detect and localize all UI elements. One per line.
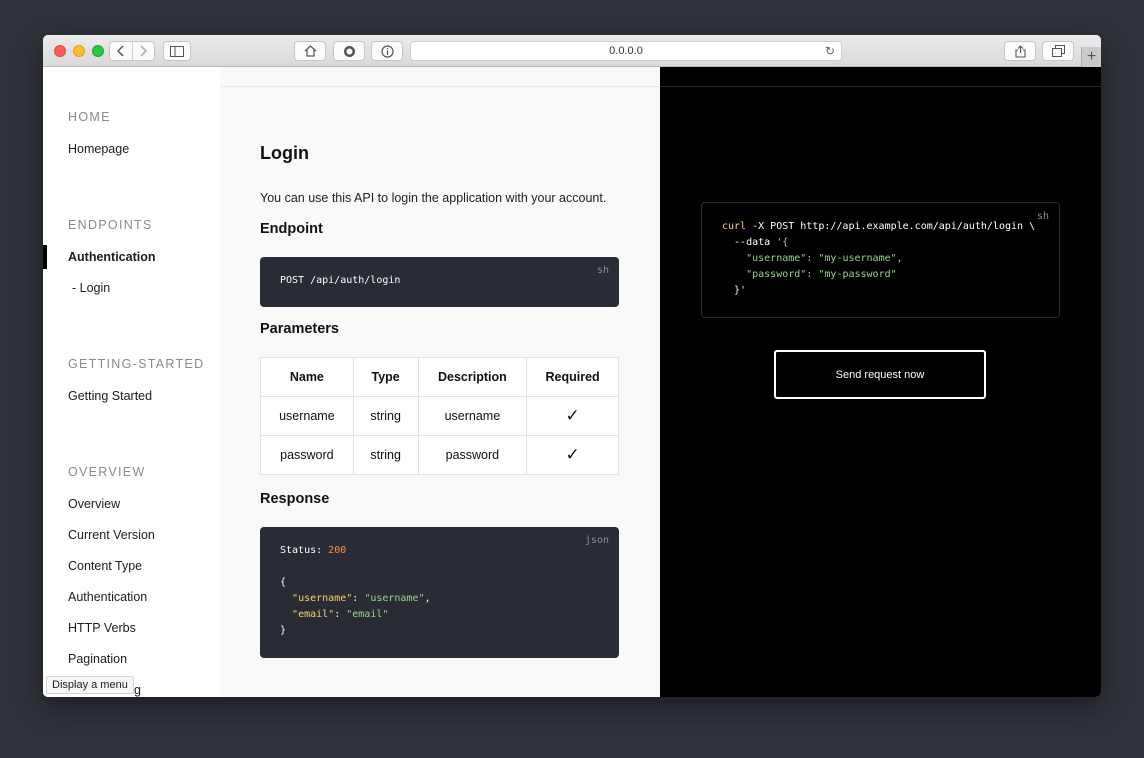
json-key: "password" — [746, 269, 807, 280]
json-line: "email": "email" — [292, 609, 389, 620]
sidebar-item-content-type[interactable]: Content Type — [68, 559, 142, 573]
table-cell: username — [417, 396, 528, 436]
json-key: "username" — [746, 253, 807, 264]
json-value: "username" — [364, 593, 425, 604]
active-indicator — [43, 245, 47, 269]
json-close-brace: } — [280, 625, 287, 636]
column-header: Type — [352, 357, 419, 397]
new-tab-icon[interactable]: + — [1081, 47, 1101, 67]
history-buttons — [109, 41, 155, 61]
json-open-brace: { — [280, 577, 287, 588]
divider — [660, 86, 1101, 87]
tooltip: Display a menu — [46, 676, 134, 694]
table-cell: password — [260, 435, 354, 475]
table-cell: string — [352, 396, 419, 436]
table-header-row: Name Type Description Required — [260, 357, 619, 397]
tabs-overview-icon[interactable] — [1042, 41, 1074, 61]
curl-data-open: '{ — [770, 237, 789, 248]
sidebar-item-getting-started[interactable]: Getting Started — [68, 389, 152, 403]
json-line: "username": "username", — [292, 593, 431, 604]
page-intro: You can use this API to login the applic… — [260, 191, 607, 205]
sidebar-item-current-version[interactable]: Current Version — [68, 528, 155, 542]
sidebar-toggle-icon[interactable] — [163, 41, 191, 61]
column-header: Required — [526, 357, 619, 397]
sidebar-section-title: ENDPOINTS — [68, 218, 153, 232]
minimize-window-button[interactable] — [73, 45, 85, 57]
table-cell: string — [352, 435, 419, 475]
json-value: "email" — [346, 609, 389, 620]
required-check-icon: ✓ — [526, 435, 619, 475]
curl-data-flag: --data — [722, 237, 771, 248]
info-icon[interactable] — [371, 41, 403, 61]
page-title: Login — [260, 143, 309, 163]
status-label: Status — [280, 545, 317, 556]
json-key: "username" — [292, 593, 353, 604]
divider — [220, 86, 660, 87]
close-window-button[interactable] — [54, 45, 66, 57]
sidebar-section-title: GETTING-STARTED — [68, 357, 205, 371]
table-row: username string username ✓ — [260, 396, 619, 436]
code-language-label: json — [584, 535, 609, 546]
curl-command-line: curl -X POST http://api.example.com/api/… — [722, 221, 1035, 232]
sidebar-item-homepage[interactable]: Homepage — [68, 142, 129, 156]
main-content: Login You can use this API to login the … — [220, 67, 660, 697]
browser-toolbar: 0.0.0.0 ↻ + — [43, 35, 1101, 67]
response-code-block[interactable]: json Status: 200 { "username": "username… — [260, 527, 619, 658]
sidebar-section-title: HOME — [68, 110, 111, 124]
sidebar-item-http-verbs[interactable]: HTTP Verbs — [68, 621, 136, 635]
send-request-button[interactable]: Send request now — [774, 350, 986, 399]
sidebar-section-title: OVERVIEW — [68, 465, 146, 479]
status-code: 200 — [328, 545, 347, 556]
extension-icon[interactable] — [333, 41, 365, 61]
url-text: 0.0.0.0 — [609, 45, 643, 57]
curl-data-close: }' — [722, 285, 747, 296]
json-key: "email" — [292, 609, 335, 620]
reload-icon[interactable]: ↻ — [825, 42, 835, 60]
sidebar-item-authentication[interactable]: Authentication — [68, 250, 156, 264]
table-cell: username — [260, 396, 354, 436]
share-icon[interactable] — [1004, 41, 1036, 61]
table-cell: password — [417, 435, 528, 475]
sidebar-item-login[interactable]: - Login — [72, 281, 110, 295]
request-code-block[interactable]: sh curl -X POST http://api.example.com/a… — [701, 202, 1060, 318]
json-value: "my-password" — [818, 269, 897, 280]
home-icon[interactable] — [294, 41, 326, 61]
back-arrow-icon[interactable] — [110, 42, 133, 60]
sidebar-item-overview[interactable]: Overview — [68, 497, 120, 511]
parameters-table: Name Type Description Required username … — [260, 357, 619, 475]
sidebar: HOME Homepage ENDPOINTS Authentication -… — [43, 67, 220, 697]
forward-arrow-icon[interactable] — [133, 42, 155, 60]
sidebar-item-authentication-overview[interactable]: Authentication — [68, 590, 147, 604]
code-language-label: sh — [1036, 211, 1049, 222]
json-line: "username": "my-username", — [746, 253, 903, 264]
sidebar-item-pagination[interactable]: Pagination — [68, 652, 127, 666]
address-bar[interactable]: 0.0.0.0 ↻ — [410, 41, 842, 61]
endpoint-code: POST /api/auth/login — [280, 275, 401, 286]
column-header: Description — [417, 357, 528, 397]
json-value: "my-username" — [818, 253, 897, 264]
curl-command: curl — [722, 221, 747, 232]
request-panel: sh curl -X POST http://api.example.com/a… — [660, 67, 1101, 697]
table-row: password string password ✓ — [260, 435, 619, 475]
column-header: Name — [260, 357, 354, 397]
required-check-icon: ✓ — [526, 396, 619, 436]
response-status-line: Status: 200 — [280, 545, 347, 556]
endpoint-code-block[interactable]: sh POST /api/auth/login — [260, 257, 619, 307]
curl-data-line: --data '{ — [722, 237, 788, 248]
json-line: "password": "my-password" — [746, 269, 897, 280]
endpoint-heading: Endpoint — [260, 221, 323, 237]
browser-window: 0.0.0.0 ↻ + HOME Homepage ENDPOINTS Auth… — [43, 35, 1101, 697]
response-heading: Response — [260, 491, 330, 507]
code-language-label: sh — [596, 265, 609, 276]
parameters-heading: Parameters — [260, 321, 339, 337]
curl-arguments: -X POST http://api.example.com/api/auth/… — [746, 221, 1036, 232]
zoom-window-button[interactable] — [92, 45, 104, 57]
